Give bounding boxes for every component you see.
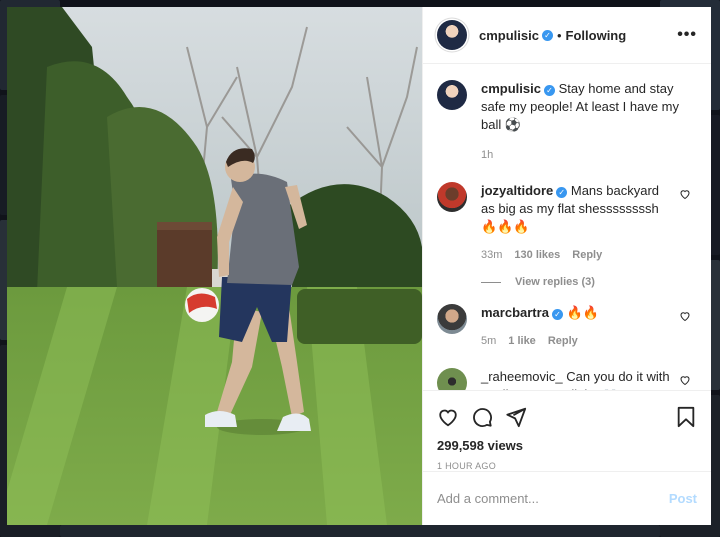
comment-username[interactable]: jozyaltidore (481, 183, 553, 198)
comment-icon[interactable] (471, 406, 493, 428)
verified-icon: ✓ (551, 309, 563, 321)
comment-avatar[interactable] (437, 304, 467, 335)
separator-dot: • (556, 27, 562, 43)
comment-like-icon[interactable] (679, 188, 691, 200)
comment-likes[interactable]: 1 like (508, 332, 536, 350)
comment-item: _raheemovic_ Can you do it with a toilet… (437, 368, 695, 391)
view-count[interactable]: 299,598 views (437, 438, 697, 453)
heart-icon[interactable] (437, 406, 459, 428)
comment-avatar[interactable] (437, 182, 467, 213)
backyard-scene (7, 7, 422, 525)
post-timestamp[interactable]: 1 HOUR AGO (437, 461, 697, 471)
comment-time: 33m (481, 249, 503, 262)
post-button[interactable]: Post (669, 491, 697, 506)
comment-avatar[interactable] (437, 368, 467, 391)
comment-like-icon[interactable] (679, 310, 691, 322)
caption-username[interactable]: cmpulisic (481, 81, 541, 96)
post-actions: 299,598 views 1 HOUR AGO (423, 390, 711, 471)
share-icon[interactable] (505, 406, 527, 428)
verified-icon: ✓ (541, 29, 553, 41)
more-icon[interactable]: ••• (677, 26, 697, 44)
comment-like-icon[interactable] (679, 374, 691, 386)
comment-likes[interactable]: 130 likes (514, 246, 560, 264)
post-video[interactable] (7, 7, 422, 525)
comment-item: marcbartra ✓ 🔥🔥 5m 1 like Reply (437, 304, 695, 350)
verified-icon: ✓ (556, 187, 568, 199)
comment-list: cmpulisic ✓ Stay home and stay safe my pe… (423, 64, 711, 391)
comment-username[interactable]: _raheemovic_ (481, 369, 563, 384)
caption: cmpulisic ✓ Stay home and stay safe my pe… (437, 80, 695, 164)
reply-button[interactable]: Reply (572, 246, 602, 264)
caption-time: 1h (481, 149, 494, 162)
caption-avatar[interactable] (437, 80, 467, 111)
comment-composer: Post (423, 471, 711, 525)
author-username[interactable]: cmpulisic (479, 28, 539, 43)
bookmark-icon[interactable] (675, 406, 697, 428)
post-modal: cmpulisic ✓ • Following ••• cmpulisic ✓ S… (7, 7, 711, 525)
reply-button[interactable]: Reply (548, 332, 578, 350)
comment-text: 🔥🔥 (566, 305, 599, 321)
view-replies-label: View replies (3) (515, 276, 595, 289)
replies-divider (481, 281, 501, 283)
verified-icon: ✓ (543, 85, 555, 97)
following-button[interactable]: Following (566, 28, 627, 43)
view-replies-button[interactable]: View replies (3) (481, 276, 695, 288)
comment-input[interactable] (437, 491, 669, 507)
comment-username[interactable]: marcbartra (481, 305, 549, 320)
comment-item: jozyaltidore ✓ Mans backyard as big as my… (437, 182, 695, 264)
comment-time: 5m (481, 335, 497, 348)
author-avatar[interactable] (437, 20, 467, 51)
post-header: cmpulisic ✓ • Following ••• (423, 7, 711, 65)
post-sidebar: cmpulisic ✓ • Following ••• cmpulisic ✓ S… (422, 7, 711, 525)
